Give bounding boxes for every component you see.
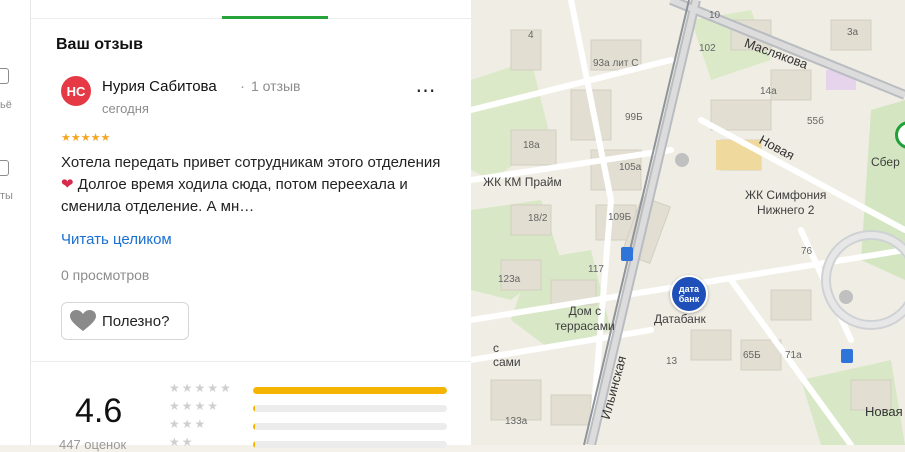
- rating-bar-stars: ★★: [169, 435, 195, 449]
- rating-bar-row[interactable]: ★★★: [169, 417, 459, 433]
- rating-bar-stars: ★★★: [169, 417, 208, 431]
- house-number: 105а: [619, 162, 642, 173]
- section-separator: [31, 361, 471, 362]
- useful-label: Полезно?: [102, 312, 170, 330]
- place-databank[interactable]: Датабанк: [654, 312, 706, 326]
- rating-bar-stars: ★★★★★: [169, 381, 233, 395]
- rating-bar-track: [253, 423, 447, 430]
- house-number: 18/2: [528, 213, 548, 224]
- views-count: 0 просмотров: [61, 267, 150, 283]
- house-number: 76: [801, 246, 813, 257]
- review-date: сегодня: [102, 101, 149, 116]
- rating-bar-track: [253, 387, 447, 394]
- place-zhk-km[interactable]: ЖК КМ Прайм: [483, 175, 562, 189]
- house-number: 117: [588, 264, 604, 275]
- databank-pin-icon[interactable]: дата банк: [670, 275, 708, 313]
- review-stars: ★★★★★: [61, 132, 111, 144]
- bus-stop-icon-2[interactable]: [841, 349, 853, 363]
- house-number: 102: [699, 43, 716, 54]
- author-name[interactable]: Нурия Сабитова: [102, 78, 217, 95]
- rating-bar-row[interactable]: ★★: [169, 435, 459, 451]
- rating-bar-track: [253, 405, 447, 412]
- place-zhk-simfoniya[interactable]: ЖК Симфония Нижнего 2: [745, 188, 826, 218]
- rating-bar-row[interactable]: ★★★★: [169, 399, 459, 415]
- left-rail: ьё ты: [0, 0, 31, 445]
- review-text-part2: Долгое время ходила сюда, потом переехал…: [61, 176, 408, 215]
- rail-label-1: ьё: [0, 99, 12, 111]
- house-number: 14а: [760, 86, 777, 97]
- useful-button[interactable]: Полезно?: [61, 302, 189, 340]
- active-tab-indicator: [222, 16, 328, 19]
- review-text: Хотела передать привет сотрудникам этого…: [61, 152, 451, 218]
- house-number: 123а: [498, 274, 521, 285]
- more-options-icon[interactable]: ⋯: [412, 78, 440, 102]
- place-sber[interactable]: Сбер: [871, 155, 900, 169]
- read-more-link[interactable]: Читать целиком: [61, 231, 172, 248]
- avatar[interactable]: НС: [61, 76, 91, 106]
- rating-bar-row[interactable]: ★★★★★: [169, 381, 459, 397]
- map-view[interactable]: Маслякова Новая Новая Ильинская ЖК КМ Пр…: [471, 0, 905, 445]
- heart-emoji-icon: ❤: [61, 176, 74, 193]
- rail-settings-icon[interactable]: [0, 160, 9, 176]
- rating-bar-fill: [253, 423, 255, 430]
- place-cut: с сами: [493, 341, 521, 369]
- author-review-count[interactable]: 1 отзыв: [251, 78, 301, 94]
- house-number: 10: [709, 10, 721, 21]
- rail-label-2: ты: [0, 190, 13, 202]
- separator-dot: ·: [240, 78, 245, 95]
- databank-pin-label: дата банк: [678, 284, 700, 304]
- place-dom-terrasami[interactable]: Дом с террасами: [555, 304, 615, 334]
- heart-icon: [70, 310, 96, 331]
- house-number: 133а: [505, 416, 528, 427]
- house-number: 4: [528, 30, 534, 41]
- house-number: 55б: [807, 116, 824, 127]
- house-number: 93а лит С: [593, 58, 639, 69]
- street-novaya-2: Новая: [865, 404, 903, 419]
- rating-bar-fill: [253, 387, 447, 394]
- house-number: 65Б: [743, 350, 761, 361]
- rating-bar-fill: [253, 405, 255, 412]
- house-number: 18а: [523, 140, 540, 151]
- review-text-part1: Хотела передать привет сотрудникам этого…: [61, 154, 441, 171]
- bus-stop-icon[interactable]: [621, 247, 633, 261]
- house-number: 99Б: [625, 112, 643, 123]
- house-number: 109Б: [608, 212, 632, 223]
- house-number: 13: [666, 356, 678, 367]
- rating-bar-stars: ★★★★: [169, 399, 221, 413]
- house-number: 71а: [785, 350, 802, 361]
- house-number: 3а: [847, 27, 859, 38]
- section-title: Ваш отзыв: [56, 36, 143, 53]
- average-rating: 4.6: [75, 392, 123, 430]
- review-panel: Ваш отзыв НС Нурия Сабитова · 1 отзыв се…: [31, 0, 471, 452]
- rail-bookmark-icon[interactable]: [0, 68, 9, 84]
